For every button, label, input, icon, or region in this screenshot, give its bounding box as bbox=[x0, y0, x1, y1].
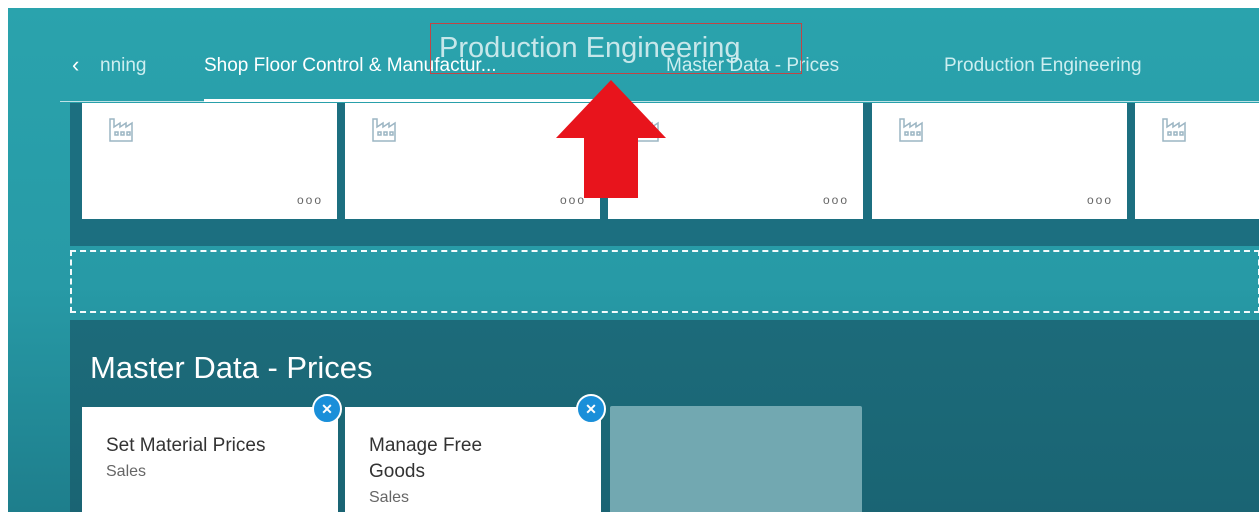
factory-icon bbox=[109, 118, 133, 142]
tile-drop-placeholder bbox=[610, 406, 862, 512]
group-title: Master Data - Prices bbox=[90, 350, 373, 385]
tile-title-line1: Manage Free bbox=[369, 435, 483, 456]
remove-tile-icon[interactable]: ✕ bbox=[312, 394, 342, 424]
tile-title-line2: Goods bbox=[369, 461, 425, 482]
more-icon[interactable]: ooo bbox=[1087, 193, 1113, 207]
app-tile-set-material-prices[interactable]: Set Material Prices Sales bbox=[82, 407, 338, 512]
tile-title: Manage Free Goods bbox=[369, 433, 482, 485]
app-tile[interactable]: ooo bbox=[82, 103, 337, 219]
remove-tile-icon[interactable]: ✕ bbox=[576, 394, 606, 424]
factory-icon bbox=[372, 118, 396, 142]
app-tile-manage-free-goods[interactable]: Manage Free Goods Sales bbox=[345, 407, 601, 512]
tile-subtitle: Sales bbox=[369, 489, 410, 506]
more-icon[interactable]: ooo bbox=[297, 193, 323, 207]
tile-group-master-data-prices: Master Data - Prices Set Material Prices… bbox=[70, 320, 1259, 512]
red-arrow-icon bbox=[556, 80, 666, 198]
active-tab-indicator bbox=[204, 99, 602, 102]
chevron-left-icon[interactable]: ‹ bbox=[72, 54, 79, 76]
dragged-tab-ghost[interactable]: Production Engineering bbox=[430, 23, 802, 74]
more-icon[interactable]: ooo bbox=[823, 193, 849, 207]
tab-production-engineering[interactable]: Production Engineering bbox=[944, 55, 1142, 77]
factory-icon bbox=[899, 118, 923, 142]
app-tile[interactable] bbox=[1135, 103, 1259, 219]
launchpad-canvas: ‹ nning Shop Floor Control & Manufactur.… bbox=[8, 8, 1259, 512]
app-tile[interactable]: ooo bbox=[872, 103, 1127, 219]
tab-planning[interactable]: nning bbox=[100, 55, 147, 77]
tile-title: Set Material Prices bbox=[106, 435, 266, 456]
factory-icon bbox=[1162, 118, 1186, 142]
tile-subtitle: Sales bbox=[106, 463, 147, 480]
group-drop-zone[interactable] bbox=[70, 250, 1259, 313]
